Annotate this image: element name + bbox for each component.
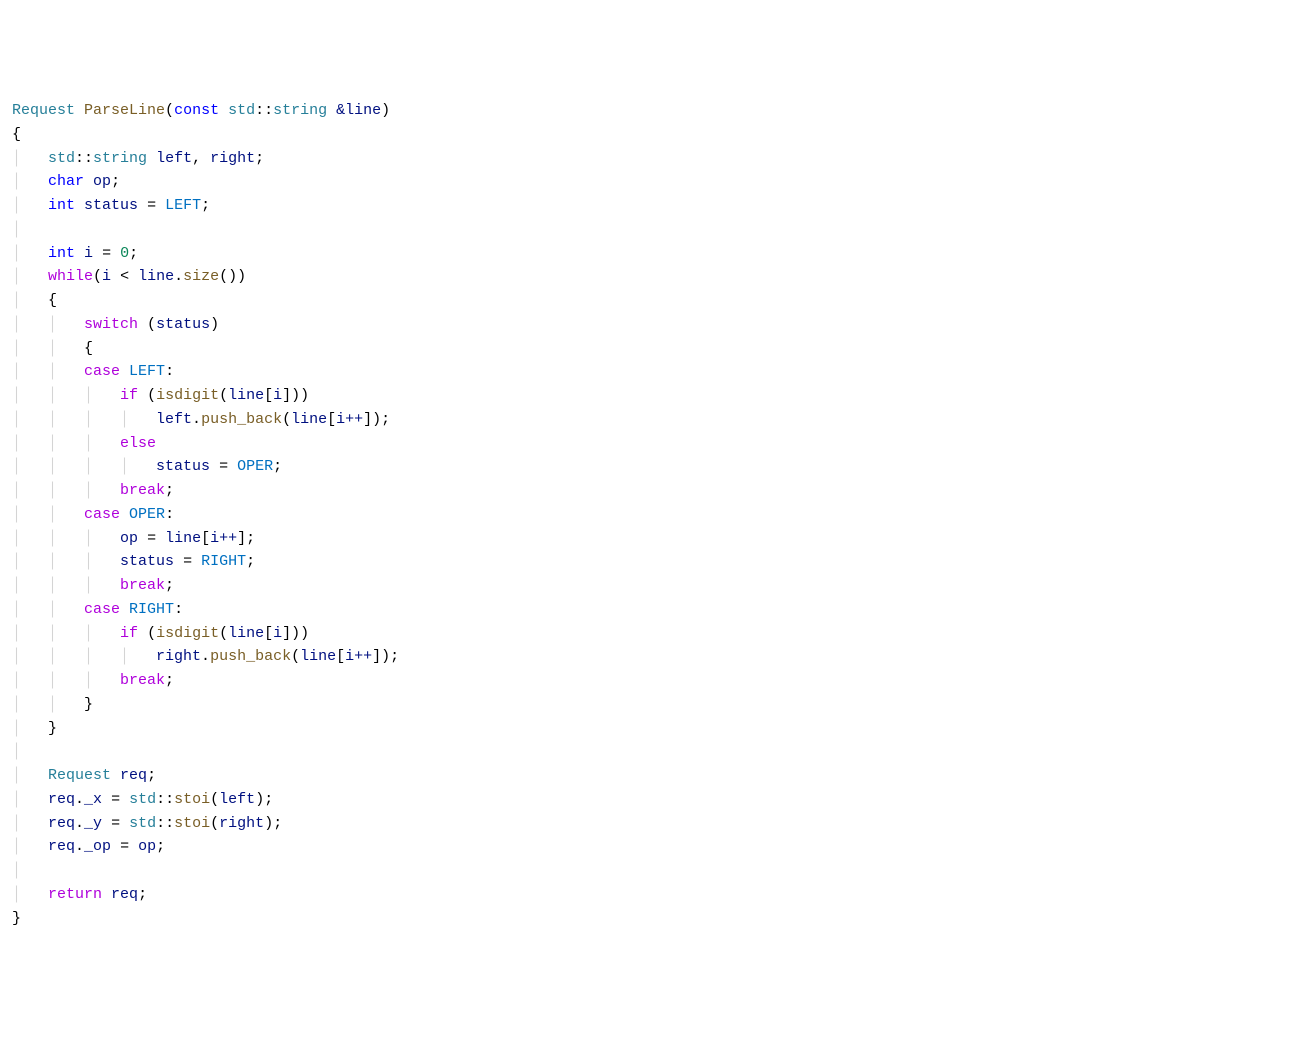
kw-int: int [48, 197, 75, 214]
field-y: _y [84, 815, 102, 832]
kw-else: else [120, 435, 156, 452]
enum-left: LEFT [165, 197, 201, 214]
type-string: string [93, 150, 147, 167]
var-right: right [210, 150, 255, 167]
return-type: Request [12, 102, 75, 119]
method-push-back: push_back [201, 411, 282, 428]
code-snippet: Request ParseLine(const std::string &lin… [12, 99, 1299, 930]
ident-line: line [138, 268, 174, 285]
ns-std: std [48, 150, 75, 167]
fn-isdigit: isdigit [156, 387, 219, 404]
kw-char: char [48, 173, 84, 190]
var-i: i [84, 245, 93, 262]
kw-switch: switch [84, 316, 138, 333]
field-op: _op [84, 838, 111, 855]
field-x: _x [84, 791, 102, 808]
enum-right: RIGHT [201, 553, 246, 570]
kw-const: const [174, 102, 219, 119]
enum-oper: OPER [237, 458, 273, 475]
type-string: string [273, 102, 327, 119]
var-status: status [84, 197, 138, 214]
ns-std: std [228, 102, 255, 119]
param-line: &line [336, 102, 381, 119]
kw-if: if [120, 387, 138, 404]
var-req: req [120, 767, 147, 784]
var-left: left [156, 150, 192, 167]
kw-case: case [84, 363, 120, 380]
method-size: size [183, 268, 219, 285]
num-zero: 0 [120, 245, 129, 262]
var-op: op [93, 173, 111, 190]
function-name: ParseLine [84, 102, 165, 119]
kw-int: int [48, 245, 75, 262]
kw-while: while [48, 268, 93, 285]
fn-stoi: stoi [174, 791, 210, 808]
kw-break: break [120, 482, 165, 499]
kw-return: return [48, 886, 102, 903]
